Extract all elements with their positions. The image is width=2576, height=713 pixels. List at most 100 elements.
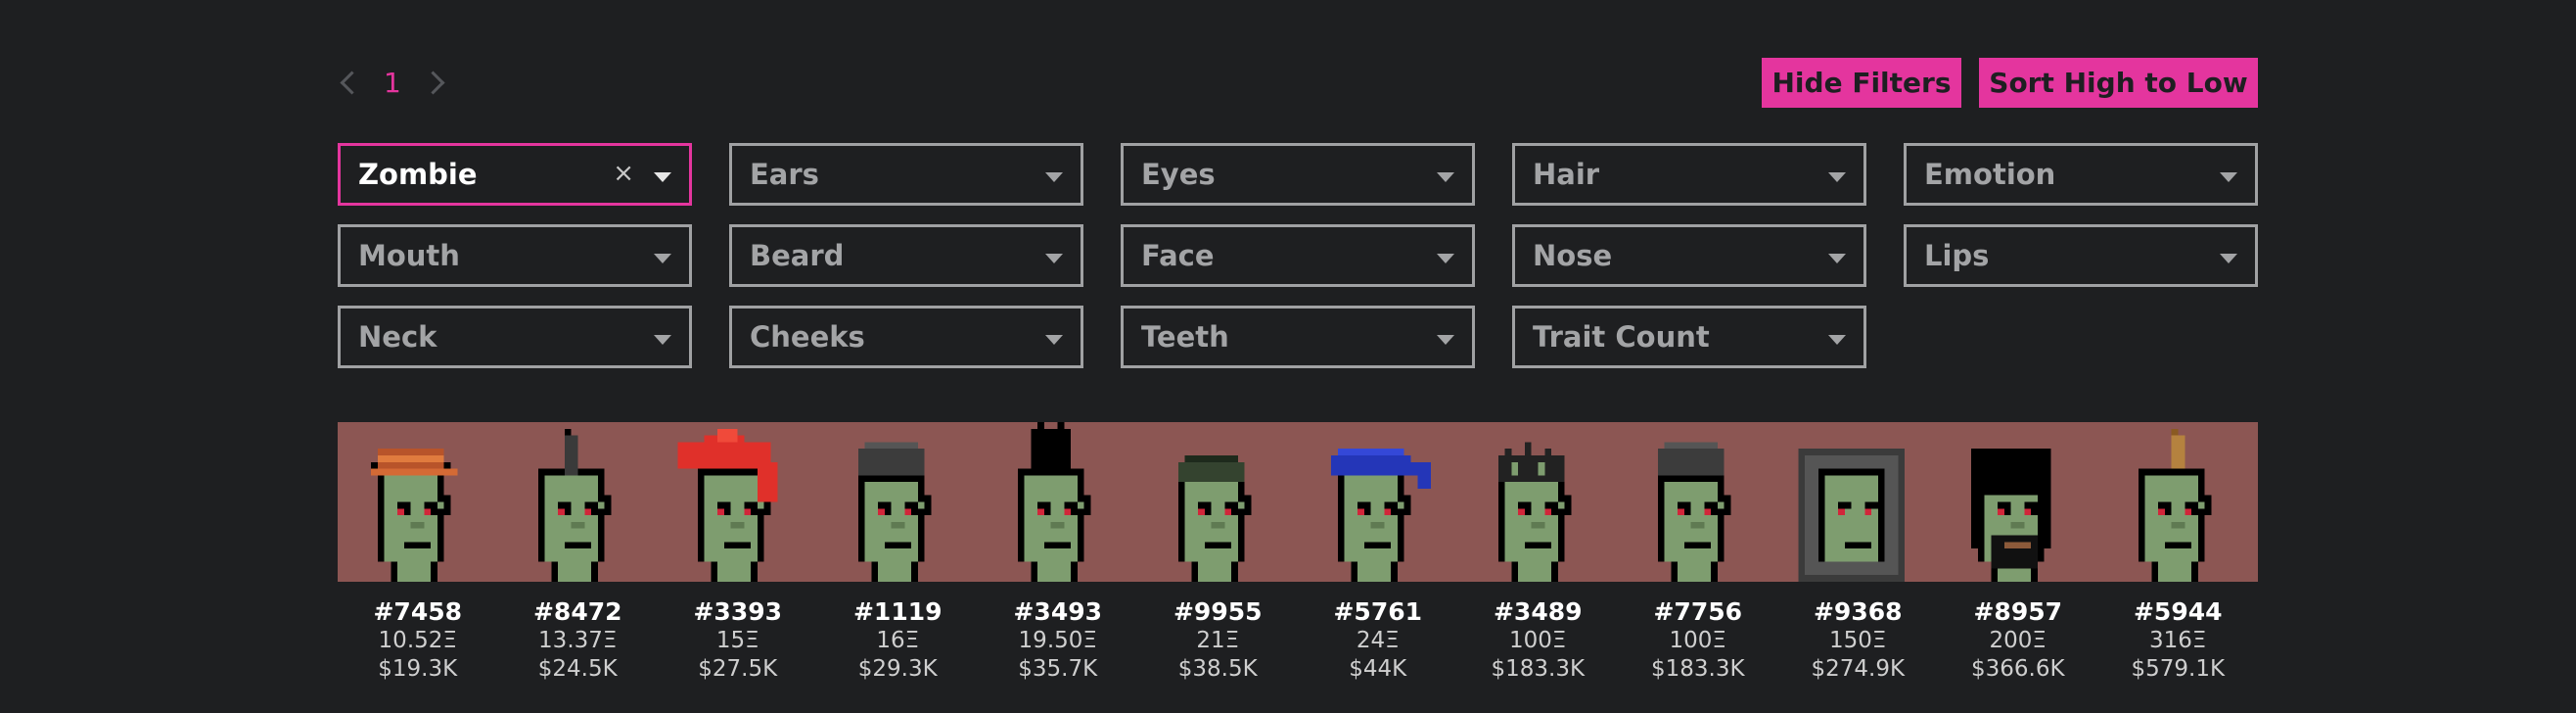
item-price-usd: $29.3K (857, 656, 938, 682)
item-label-group[interactable]: #1119 16Ξ $29.3K (818, 597, 978, 684)
item-id: #7756 (1653, 597, 1743, 626)
filter-label: Zombie (358, 158, 478, 191)
filter-select-lips[interactable]: Lips (1904, 224, 2258, 287)
item-price-usd: $24.5K (537, 656, 618, 682)
item-label-group[interactable]: #7458 10.52Ξ $19.3K (338, 597, 497, 684)
zombie-image-strip (338, 422, 2258, 582)
item-price-eth: 24Ξ (1356, 628, 1400, 653)
item-price-eth: 150Ξ (1829, 628, 1887, 653)
item-price-eth: 16Ξ (876, 628, 920, 653)
filter-select-ears[interactable]: Ears (729, 143, 1083, 206)
item-id: #9955 (1173, 597, 1263, 626)
item-label-group[interactable]: #9368 150Ξ $274.9K (1778, 597, 1938, 684)
zombie-punk-image[interactable] (338, 422, 497, 582)
zombie-punk-image[interactable] (1778, 422, 1938, 582)
filter-label: Teeth (1141, 320, 1229, 354)
item-label-group[interactable]: #8472 13.37Ξ $24.5K (498, 597, 658, 684)
filter-label: Hair (1533, 158, 1600, 191)
filter-select-teeth[interactable]: Teeth (1121, 306, 1475, 368)
item-price-eth: 13.37Ξ (538, 628, 618, 653)
zombie-punk-image[interactable] (1618, 422, 1777, 582)
item-label-group[interactable]: #5761 24Ξ $44K (1298, 597, 1457, 684)
filter-label: Ears (750, 158, 819, 191)
current-page-number[interactable]: 1 (384, 67, 401, 99)
filter-label: Lips (1924, 239, 1990, 272)
sort-high-to-low-button[interactable]: Sort High to Low (1979, 58, 2258, 108)
item-price-usd: $183.3K (1650, 656, 1745, 682)
clear-filter-icon[interactable]: × (613, 159, 634, 188)
zombie-punk-image[interactable] (1138, 422, 1298, 582)
zombie-punk-image[interactable] (658, 422, 817, 582)
item-price-usd: $38.5K (1177, 656, 1258, 682)
filter-select-emotion[interactable]: Emotion (1904, 143, 2258, 206)
filter-select-zombie[interactable]: Zombie × (338, 143, 692, 206)
item-label-group[interactable]: #9955 21Ξ $38.5K (1138, 597, 1298, 684)
item-price-eth: 10.52Ξ (378, 628, 457, 653)
filter-select-beard[interactable]: Beard (729, 224, 1083, 287)
item-price-usd: $19.3K (378, 656, 458, 682)
item-price-usd: $274.9K (1811, 656, 1906, 682)
item-price-eth: 100Ξ (1669, 628, 1726, 653)
dropdown-caret-icon (1045, 172, 1063, 182)
dropdown-caret-icon (2220, 254, 2237, 263)
filter-label: Trait Count (1533, 320, 1710, 354)
zombie-punk-image[interactable] (818, 422, 978, 582)
filter-select-trait-count[interactable]: Trait Count (1512, 306, 1866, 368)
item-price-usd: $183.3K (1491, 656, 1586, 682)
item-id: #8957 (1973, 597, 2063, 626)
item-price-eth: 19.50Ξ (1018, 628, 1097, 653)
dropdown-caret-icon (1437, 172, 1454, 182)
zombie-punk-image[interactable] (1298, 422, 1457, 582)
item-price-eth: 200Ξ (1989, 628, 2047, 653)
filter-label: Mouth (358, 239, 460, 272)
dropdown-caret-icon (2220, 172, 2237, 182)
dropdown-caret-icon (1437, 335, 1454, 345)
chevron-right-icon[interactable] (421, 70, 445, 95)
item-id: #3489 (1493, 597, 1583, 626)
filter-select-nose[interactable]: Nose (1512, 224, 1866, 287)
filter-label: Neck (358, 320, 437, 354)
item-id: #7458 (373, 597, 463, 626)
item-label-group[interactable]: #3489 100Ξ $183.3K (1458, 597, 1618, 684)
item-price-usd: $366.6K (1970, 656, 2065, 682)
zombie-punk-image[interactable] (1938, 422, 2097, 582)
zombie-punk-image[interactable] (2098, 422, 2258, 582)
filter-label: Eyes (1141, 158, 1216, 191)
zombie-punk-image[interactable] (1458, 422, 1618, 582)
pagination: 1 (338, 63, 447, 102)
filter-select-neck[interactable]: Neck (338, 306, 692, 368)
chevron-left-icon[interactable] (340, 70, 364, 95)
item-price-eth: 316Ξ (2149, 628, 2207, 653)
item-price-usd: $579.1K (2131, 656, 2226, 682)
dropdown-caret-icon (654, 254, 671, 263)
zombie-punk-image[interactable] (498, 422, 658, 582)
item-label-group[interactable]: #8957 200Ξ $366.6K (1938, 597, 2097, 684)
filter-label: Nose (1533, 239, 1613, 272)
filter-label: Emotion (1924, 158, 2056, 191)
filter-select-eyes[interactable]: Eyes (1121, 143, 1475, 206)
filter-select-mouth[interactable]: Mouth (338, 224, 692, 287)
dropdown-caret-icon (1828, 335, 1846, 345)
filter-select-face[interactable]: Face (1121, 224, 1475, 287)
item-price-eth: 21Ξ (1196, 628, 1240, 653)
item-id: #9368 (1813, 597, 1903, 626)
filter-select-hair[interactable]: Hair (1512, 143, 1866, 206)
dropdown-caret-icon (1828, 254, 1846, 263)
dropdown-caret-icon (1045, 335, 1063, 345)
hide-filters-button[interactable]: Hide Filters (1762, 58, 1961, 108)
zombie-punk-image[interactable] (978, 422, 1137, 582)
item-label-group[interactable]: #3493 19.50Ξ $35.7K (978, 597, 1137, 684)
item-label-group[interactable]: #3393 15Ξ $27.5K (658, 597, 817, 684)
item-labels: #7458 10.52Ξ $19.3K #8472 13.37Ξ $24.5K #3393 1… (338, 597, 2258, 705)
item-id: #1119 (852, 597, 943, 626)
item-label-group[interactable]: #5944 316Ξ $579.1K (2098, 597, 2258, 684)
item-price-eth: 15Ξ (715, 628, 759, 653)
filter-label: Face (1141, 239, 1215, 272)
dropdown-caret-icon (654, 335, 671, 345)
item-id: #5761 (1333, 597, 1423, 626)
filter-select-cheeks[interactable]: Cheeks (729, 306, 1083, 368)
item-label-group[interactable]: #7756 100Ξ $183.3K (1618, 597, 1777, 684)
item-id: #3493 (1013, 597, 1103, 626)
item-id: #8472 (532, 597, 622, 626)
dropdown-caret-icon (1828, 172, 1846, 182)
